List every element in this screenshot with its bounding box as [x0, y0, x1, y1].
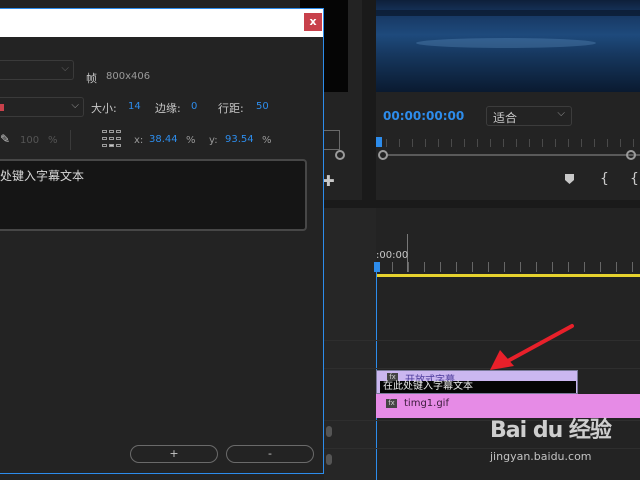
dialog-titlebar[interactable] [0, 9, 323, 37]
program-monitor-video [376, 0, 640, 92]
size-label: 大小: [91, 102, 117, 115]
grid-cell [116, 130, 121, 133]
mic-icon[interactable] [326, 426, 332, 437]
opacity-value[interactable]: 100 [20, 135, 39, 146]
panel-divider-horizontal[interactable] [324, 200, 640, 208]
x-label: x: [134, 135, 144, 146]
fit-dropdown-value: 适合 [493, 111, 518, 125]
chevron-down-icon: ⌵ [71, 100, 79, 111]
panel-divider[interactable] [362, 0, 376, 200]
font-dropdown[interactable]: ⌵ [0, 60, 74, 80]
track-separator [324, 340, 640, 341]
grid-cell-selected [109, 144, 114, 147]
align-grid-icon[interactable] [102, 130, 122, 150]
frame-value: 800x406 [106, 71, 151, 82]
grid-cell [102, 144, 107, 147]
video-water-sheen [416, 38, 596, 48]
caption-clip[interactable]: fx 开放式字幕 在此处键入字幕文本 [376, 370, 578, 394]
program-scrub-start-knob[interactable] [378, 150, 388, 160]
leading-label: 行距: [218, 102, 244, 115]
grid-cell [109, 130, 114, 133]
caption-clip-subtext: 在此处键入字幕文本 [380, 381, 576, 393]
baidu-watermark: Bai du 经验 jingyan.baidu.com [490, 412, 640, 472]
frame-label: 帧 [86, 72, 97, 85]
timeline-ruler[interactable] [376, 262, 640, 272]
fit-dropdown[interactable]: 适合 ⌵ [486, 106, 572, 126]
grid-cell [102, 130, 107, 133]
remove-caption-button[interactable]: - [226, 445, 314, 463]
size-value[interactable]: 14 [128, 101, 141, 112]
grid-cell [116, 144, 121, 147]
opacity-unit: % [48, 135, 58, 146]
chevron-down-icon: ⌵ [61, 63, 69, 74]
toolbar-separator [70, 130, 71, 150]
program-scrub-bar[interactable] [386, 154, 640, 156]
style-dropdown[interactable]: ⌵ [0, 97, 84, 117]
leading-value[interactable]: 50 [256, 101, 269, 112]
gif-clip-name: timg1.gif [404, 398, 449, 409]
program-ruler-ticks [386, 139, 640, 147]
edge-label: 边缘: [155, 102, 181, 115]
out-point-icon[interactable]: { [630, 171, 639, 187]
source-monitor-frame [322, 130, 340, 150]
grid-cell [116, 137, 121, 140]
watermark-url: jingyan.baidu.com [490, 450, 592, 463]
track-headers [324, 208, 376, 480]
eyedropper-icon[interactable]: ✎ [0, 132, 10, 146]
y-value[interactable]: 93.54 [225, 134, 254, 145]
x-value[interactable]: 38.44 [149, 134, 178, 145]
video-shoreline [376, 10, 640, 16]
work-area-bar[interactable] [376, 274, 640, 277]
caption-text-value: 处键入字幕文本 [0, 169, 85, 183]
color-swatch [0, 104, 4, 111]
grid-cell [109, 137, 114, 140]
program-timecode[interactable]: 00:00:00:00 [383, 109, 464, 123]
timeline-playhead[interactable] [374, 262, 380, 272]
edge-value[interactable]: 0 [191, 101, 197, 112]
program-playhead[interactable] [376, 137, 382, 147]
mic-icon[interactable] [326, 454, 332, 465]
add-caption-button[interactable]: + [130, 445, 218, 463]
program-scrub-end-knob[interactable] [626, 150, 636, 160]
track-separator [324, 368, 640, 369]
watermark-logo: Bai du 经验 [490, 418, 612, 443]
source-scrub-knob[interactable] [335, 150, 345, 160]
close-icon[interactable]: x [304, 13, 322, 31]
y-label: y: [209, 135, 218, 146]
in-point-icon[interactable]: { [600, 171, 609, 187]
x-unit: % [186, 135, 196, 146]
timeline-time-label: :00:00 [376, 250, 409, 261]
fx-badge-icon: fx [386, 399, 397, 408]
grid-cell [102, 137, 107, 140]
red-arrow-annotation [490, 324, 574, 370]
chevron-down-icon: ⌵ [557, 108, 565, 119]
caption-text-input[interactable]: 处键入字幕文本 [0, 159, 307, 231]
y-unit: % [262, 135, 272, 146]
